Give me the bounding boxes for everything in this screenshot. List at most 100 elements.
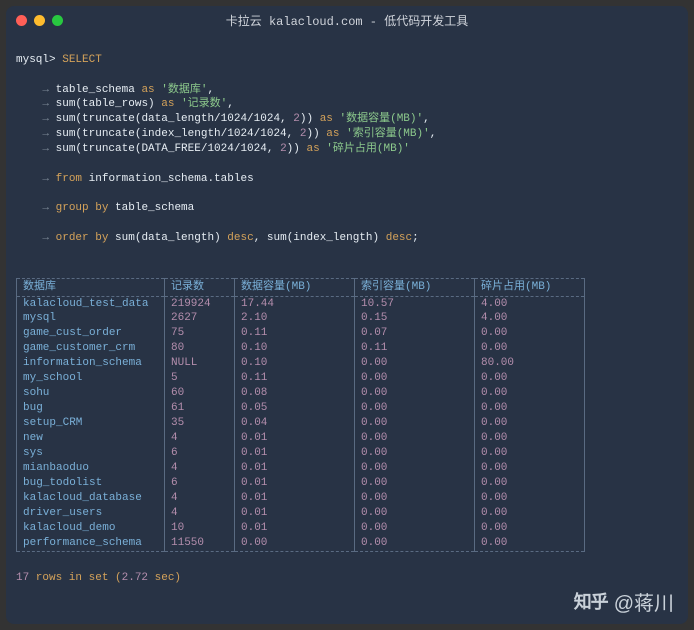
cell-db: new xyxy=(17,431,165,446)
table-row: bug610.050.000.00 xyxy=(17,401,585,416)
watermark-author: @蒋川 xyxy=(614,587,674,616)
cell-idx: 0.00 xyxy=(355,401,475,416)
table-row: sohu600.080.000.00 xyxy=(17,386,585,401)
cell-data: 0.01 xyxy=(235,491,355,506)
cell-rec: 4 xyxy=(165,431,235,446)
cell-rec: 10 xyxy=(165,521,235,536)
cell-db: kalacloud_database xyxy=(17,491,165,506)
cell-idx: 0.00 xyxy=(355,431,475,446)
cell-db: information_schema xyxy=(17,356,165,371)
cell-rec: 6 xyxy=(165,476,235,491)
cell-frag: 0.00 xyxy=(475,326,585,341)
col-rec: 记录数 xyxy=(165,278,235,296)
table-row: kalacloud_test_data21992417.4410.574.00 xyxy=(17,296,585,311)
cell-rec: 2627 xyxy=(165,311,235,326)
cell-frag: 0.00 xyxy=(475,431,585,446)
status-line: 17 rows in set (2.72 sec) xyxy=(16,571,678,586)
cell-idx: 0.00 xyxy=(355,416,475,431)
cell-frag: 0.00 xyxy=(475,341,585,356)
cell-frag: 80.00 xyxy=(475,356,585,371)
cell-idx: 10.57 xyxy=(355,296,475,311)
cell-idx: 0.07 xyxy=(355,326,475,341)
cell-data: 0.01 xyxy=(235,461,355,476)
cell-rec: 60 xyxy=(165,386,235,401)
cell-frag: 0.00 xyxy=(475,416,585,431)
table-header-row: 数据库 记录数 数据容量(MB) 索引容量(MB) 碎片占用(MB) xyxy=(17,278,585,296)
sql-order: → order by sum(data_length) desc, sum(in… xyxy=(16,231,678,246)
cell-rec: 5 xyxy=(165,371,235,386)
cell-data: 0.01 xyxy=(235,521,355,536)
sql-group: → group by table_schema xyxy=(16,201,678,216)
cell-idx: 0.00 xyxy=(355,491,475,506)
cell-idx: 0.00 xyxy=(355,446,475,461)
minimize-icon[interactable] xyxy=(34,15,45,26)
table-row: driver_users40.010.000.00 xyxy=(17,506,585,521)
table-row: performance_schema115500.000.000.00 xyxy=(17,536,585,551)
table-row: sys60.010.000.00 xyxy=(17,446,585,461)
cell-idx: 0.00 xyxy=(355,461,475,476)
table-row: mysql26272.100.154.00 xyxy=(17,311,585,326)
cell-rec: 35 xyxy=(165,416,235,431)
cell-rec: 6 xyxy=(165,446,235,461)
close-icon[interactable] xyxy=(16,15,27,26)
cell-idx: 0.15 xyxy=(355,311,475,326)
cell-data: 0.01 xyxy=(235,446,355,461)
table-row: game_cust_order750.110.070.00 xyxy=(17,326,585,341)
cell-db: my_school xyxy=(17,371,165,386)
cell-data: 0.00 xyxy=(235,536,355,551)
cell-db: mysql xyxy=(17,311,165,326)
col-idx: 索引容量(MB) xyxy=(355,278,475,296)
cell-frag: 0.00 xyxy=(475,401,585,416)
sql-line: → table_schema as '数据库', xyxy=(16,83,678,98)
cell-frag: 0.00 xyxy=(475,446,585,461)
cell-data: 0.10 xyxy=(235,341,355,356)
table-row: game_customer_crm800.100.110.00 xyxy=(17,341,585,356)
titlebar: 卡拉云 kalacloud.com - 低代码开发工具 xyxy=(6,6,688,34)
cell-rec: 75 xyxy=(165,326,235,341)
cell-data: 0.11 xyxy=(235,326,355,341)
cell-db: sys xyxy=(17,446,165,461)
cell-rec: 4 xyxy=(165,461,235,476)
cell-frag: 0.00 xyxy=(475,536,585,551)
cell-idx: 0.00 xyxy=(355,506,475,521)
cell-data: 17.44 xyxy=(235,296,355,311)
cell-idx: 0.11 xyxy=(355,341,475,356)
cell-db: game_cust_order xyxy=(17,326,165,341)
sql-line: → sum(truncate(data_length/1024/1024, 2)… xyxy=(16,112,678,127)
sql-line: mysql> SELECT xyxy=(16,53,678,68)
cell-frag: 0.00 xyxy=(475,476,585,491)
table-row: setup_CRM350.040.000.00 xyxy=(17,416,585,431)
cell-idx: 0.00 xyxy=(355,521,475,536)
cell-frag: 0.00 xyxy=(475,461,585,476)
cell-data: 0.10 xyxy=(235,356,355,371)
cell-rec: 4 xyxy=(165,506,235,521)
terminal-body[interactable]: mysql> SELECT → table_schema as '数据库', →… xyxy=(6,34,688,624)
cell-data: 0.04 xyxy=(235,416,355,431)
cell-rec: 61 xyxy=(165,401,235,416)
col-data: 数据容量(MB) xyxy=(235,278,355,296)
cell-frag: 4.00 xyxy=(475,296,585,311)
cell-rec: 219924 xyxy=(165,296,235,311)
table-row: bug_todolist60.010.000.00 xyxy=(17,476,585,491)
cell-frag: 0.00 xyxy=(475,521,585,536)
cell-frag: 0.00 xyxy=(475,386,585,401)
table-row: information_schemaNULL0.100.0080.00 xyxy=(17,356,585,371)
cell-frag: 0.00 xyxy=(475,491,585,506)
cell-rec: 80 xyxy=(165,341,235,356)
cell-idx: 0.00 xyxy=(355,536,475,551)
terminal-window: 卡拉云 kalacloud.com - 低代码开发工具 mysql> SELEC… xyxy=(6,6,688,624)
cell-db: kalacloud_demo xyxy=(17,521,165,536)
col-db: 数据库 xyxy=(17,278,165,296)
cell-data: 0.01 xyxy=(235,476,355,491)
cell-db: driver_users xyxy=(17,506,165,521)
cell-db: sohu xyxy=(17,386,165,401)
window-title: 卡拉云 kalacloud.com - 低代码开发工具 xyxy=(6,12,688,29)
zoom-icon[interactable] xyxy=(52,15,63,26)
table-row: my_school50.110.000.00 xyxy=(17,371,585,386)
result-table: 数据库 记录数 数据容量(MB) 索引容量(MB) 碎片占用(MB) kalac… xyxy=(16,278,585,553)
cell-data: 0.11 xyxy=(235,371,355,386)
table-row: mianbaoduo40.010.000.00 xyxy=(17,461,585,476)
cell-frag: 0.00 xyxy=(475,371,585,386)
cell-idx: 0.00 xyxy=(355,476,475,491)
cell-idx: 0.00 xyxy=(355,386,475,401)
